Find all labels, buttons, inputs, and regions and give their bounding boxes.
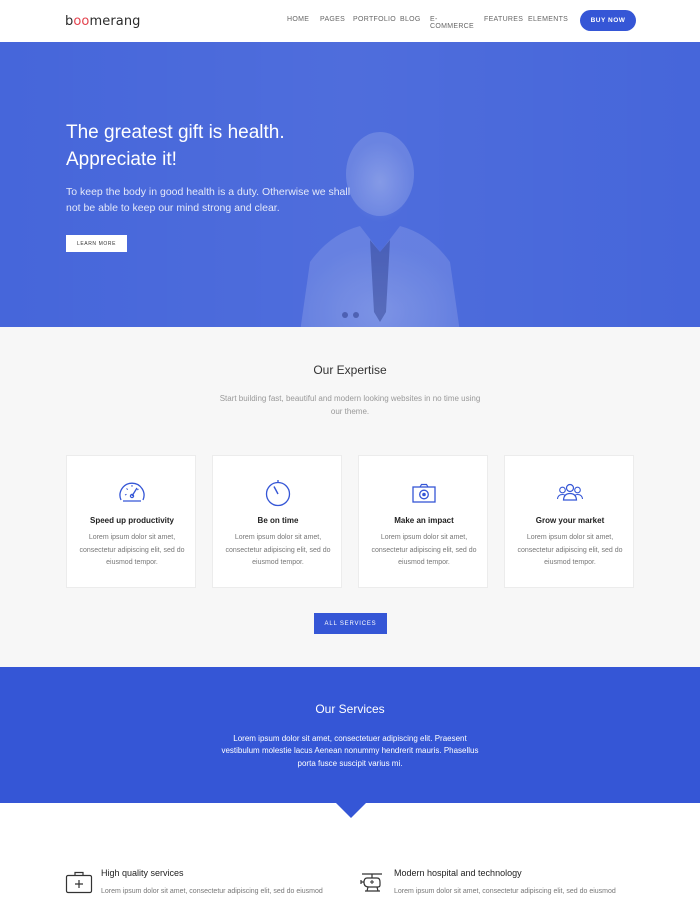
- buy-now-button[interactable]: BUY NOW: [580, 10, 636, 31]
- logo[interactable]: boomerang: [65, 14, 141, 29]
- site-header: boomerang HOME PAGES PORTFOLIO BLOG E-CO…: [0, 0, 700, 42]
- nav-home[interactable]: HOME: [287, 16, 309, 23]
- slider-dots: [342, 312, 359, 318]
- card-text: Lorem ipsum dolor sit amet, consectetur …: [79, 534, 185, 566]
- nav-pages[interactable]: PAGES: [320, 16, 345, 23]
- slider-dot[interactable]: [353, 312, 359, 318]
- expertise-card: Be on time Lorem ipsum dolor sit amet, c…: [212, 455, 342, 588]
- expertise-section: Our Expertise Start building fast, beaut…: [0, 327, 700, 667]
- feature-text: Lorem ipsum dolor sit amet, consectetur …: [394, 888, 616, 895]
- card-title: Be on time: [257, 516, 299, 525]
- expertise-card: Speed up productivity Lorem ipsum dolor …: [66, 455, 196, 588]
- expertise-card: Grow your market Lorem ipsum dolor sit a…: [504, 455, 634, 588]
- logo-part: merang: [89, 14, 141, 29]
- nav-features[interactable]: FEATURES: [484, 16, 523, 23]
- card-title: Grow your market: [535, 516, 605, 525]
- people-icon: [556, 483, 584, 501]
- expertise-card: Make an impact Lorem ipsum dolor sit ame…: [358, 455, 488, 588]
- section-arrow: [336, 803, 366, 818]
- camera-icon: [412, 483, 436, 503]
- helicopter-icon: [360, 873, 382, 892]
- hero-section: The greatest gift is health. Appreciate …: [0, 42, 700, 327]
- nav-blog[interactable]: BLOG: [400, 16, 421, 23]
- section-subtitle: Start building fast, beautiful and moder…: [219, 394, 481, 416]
- card-title: Make an impact: [394, 516, 454, 525]
- all-services-button[interactable]: ALL SERVICES: [314, 613, 387, 634]
- feature-title: Modern hospital and technology: [394, 868, 522, 878]
- card-text: Lorem ipsum dolor sit amet, consectetur …: [225, 534, 331, 566]
- hero-title-line: Appreciate it!: [66, 149, 177, 170]
- hero-title: The greatest gift is health. Appreciate …: [66, 119, 366, 173]
- hero-text: To keep the body in good health is a dut…: [66, 186, 351, 214]
- nav-ecommerce[interactable]: E-COMMERCE: [430, 16, 474, 30]
- learn-more-button[interactable]: LEARN MORE: [66, 235, 127, 252]
- card-text: Lorem ipsum dolor sit amet, consectetur …: [371, 534, 477, 566]
- card-title: Speed up productivity: [89, 516, 174, 525]
- nav-portfolio[interactable]: PORTFOLIO: [353, 16, 396, 23]
- card-text: Lorem ipsum dolor sit amet, consectetur …: [517, 534, 623, 566]
- services-section: Our Services Lorem ipsum dolor sit amet,…: [0, 667, 700, 803]
- nav-elements[interactable]: ELEMENTS: [528, 16, 568, 23]
- section-text: Lorem ipsum dolor sit amet, consectetuer…: [221, 734, 479, 768]
- feature-text: Lorem ipsum dolor sit amet, consectetur …: [101, 888, 323, 895]
- speedometer-icon: [119, 482, 145, 502]
- first-aid-kit-icon: [65, 871, 93, 894]
- section-title: Our Services: [315, 702, 385, 716]
- section-title: Our Expertise: [313, 363, 387, 377]
- slider-dot[interactable]: [342, 312, 348, 318]
- stopwatch-icon: [265, 480, 291, 507]
- hero-title-line: The greatest gift is health.: [66, 122, 285, 143]
- feature-title: High quality services: [101, 868, 184, 878]
- logo-accent: oo: [73, 14, 90, 29]
